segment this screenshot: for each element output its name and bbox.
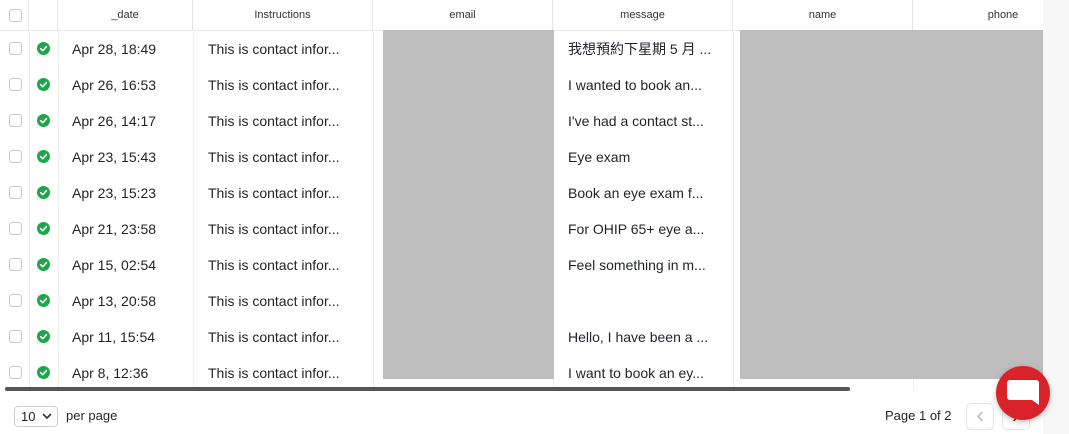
previous-page-button[interactable] — [966, 403, 994, 430]
row-checkbox[interactable] — [9, 78, 22, 91]
cell-date: Apr 13, 20:58 — [72, 293, 157, 309]
cell-message: I want to book an ey... — [568, 365, 704, 381]
check-circle-icon — [37, 42, 50, 55]
chat-launcher-button[interactable] — [996, 366, 1050, 420]
cell-message: Eye exam — [568, 149, 631, 165]
row-checkbox[interactable] — [9, 366, 22, 379]
per-page-value: 10 — [21, 409, 36, 424]
check-circle-icon — [37, 222, 50, 235]
cell-message: 我想預約下星期 5 月 ... — [568, 41, 712, 57]
cell-instructions: This is contact infor... — [208, 113, 340, 129]
row-checkbox[interactable] — [9, 186, 22, 199]
cell-message: I wanted to book an... — [568, 77, 702, 93]
cell-message: For OHIP 65+ eye a... — [568, 221, 705, 237]
column-header-message[interactable]: message — [553, 0, 733, 30]
cell-instructions: This is contact infor... — [208, 221, 340, 237]
cell-date: Apr 23, 15:23 — [72, 185, 157, 201]
column-header-instructions[interactable]: Instructions — [193, 0, 373, 30]
cell-instructions: This is contact infor... — [208, 257, 340, 273]
check-circle-icon — [37, 114, 50, 127]
select-all-checkbox[interactable] — [9, 9, 22, 22]
row-checkbox[interactable] — [9, 258, 22, 271]
table-header: _date Instructions email message name ph… — [0, 0, 1043, 31]
check-circle-icon — [37, 186, 50, 199]
cell-instructions: This is contact infor... — [208, 293, 340, 309]
cell-instructions: This is contact infor... — [208, 77, 340, 93]
cell-instructions: This is contact infor... — [208, 329, 340, 345]
cell-date: Apr 28, 18:49 — [72, 41, 157, 57]
check-circle-icon — [37, 258, 50, 271]
row-checkbox[interactable] — [9, 222, 22, 235]
check-circle-icon — [37, 330, 50, 343]
cell-instructions: This is contact infor... — [208, 365, 340, 381]
header-status — [29, 0, 58, 30]
row-checkbox[interactable] — [9, 330, 22, 343]
cell-message: I've had a contact st... — [568, 113, 704, 129]
row-checkbox[interactable] — [9, 294, 22, 307]
column-header-phone[interactable]: phone — [913, 0, 1043, 30]
cell-message: Feel something in m... — [568, 257, 706, 273]
check-circle-icon — [37, 294, 50, 307]
cell-date: Apr 23, 15:43 — [72, 149, 157, 165]
row-checkbox[interactable] — [9, 42, 22, 55]
cell-message — [568, 283, 730, 319]
cell-date: Apr 26, 16:53 — [72, 77, 157, 93]
check-circle-icon — [37, 150, 50, 163]
column-header-date[interactable]: _date — [58, 0, 193, 30]
submissions-table: _date Instructions email message name ph… — [0, 0, 1043, 389]
row-checkbox[interactable] — [9, 150, 22, 163]
cell-instructions: This is contact infor... — [208, 149, 340, 165]
cell-date: Apr 8, 12:36 — [72, 365, 149, 381]
page-info: Page 1 of 2 — [885, 408, 952, 423]
cell-date: Apr 21, 23:58 — [72, 221, 157, 237]
redacted-email-column — [383, 30, 554, 379]
column-header-email[interactable]: email — [373, 0, 553, 30]
cell-date: Apr 26, 14:17 — [72, 113, 157, 129]
redacted-name-phone-columns — [740, 30, 1043, 379]
cell-date: Apr 11, 15:54 — [72, 329, 156, 345]
header-select-all — [0, 0, 29, 30]
cell-message: Book an eye exam f... — [568, 185, 704, 201]
check-circle-icon — [37, 366, 50, 379]
check-circle-icon — [37, 78, 50, 91]
per-page-select[interactable]: 10 — [14, 406, 58, 427]
cell-instructions: This is contact infor... — [208, 185, 340, 201]
cell-date: Apr 15, 02:54 — [72, 257, 157, 273]
chevron-down-icon — [42, 413, 52, 419]
row-checkbox[interactable] — [9, 114, 22, 127]
cell-message: Hello, I have been a ... — [568, 329, 709, 345]
cell-instructions: This is contact infor... — [208, 41, 340, 57]
chevron-left-icon — [977, 411, 983, 422]
per-page-label: per page — [66, 408, 118, 423]
chat-bubble-icon — [1007, 380, 1039, 405]
column-header-name[interactable]: name — [733, 0, 913, 30]
